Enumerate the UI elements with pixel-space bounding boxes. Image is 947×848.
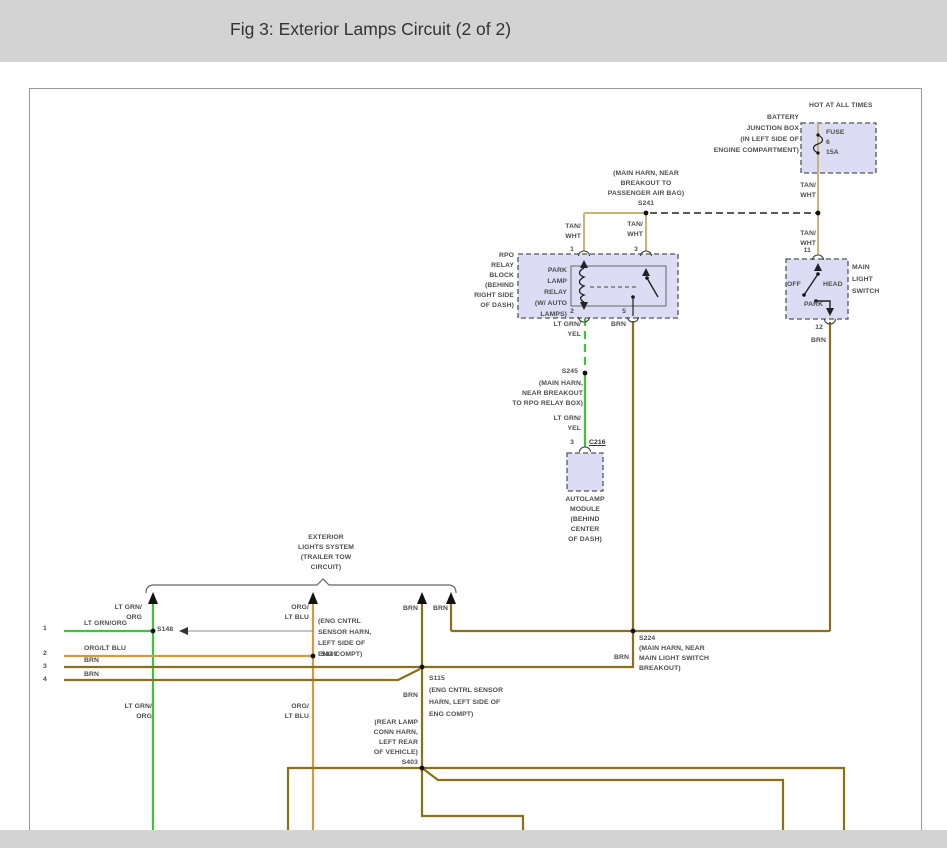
circuit2-wire-label: ORG/LT BLU: [84, 644, 126, 654]
wire-label-brn-s224: BRN: [603, 653, 629, 663]
rpo-relay-block-label: RPO RELAY BLOCK (BEHIND RIGHT SIDE OF DA…: [454, 251, 514, 311]
wire-label-brn-vert1: BRN: [390, 604, 418, 614]
relay-pin2-label: 2: [564, 307, 574, 317]
splice-s148-label: S148: [157, 625, 173, 635]
splice-s224-label: S224 (MAIN HARN, NEAR MAIN LIGHT SWITCH …: [639, 634, 709, 674]
relay-pin1-label: 1: [564, 245, 574, 255]
autolamp-module-label: AUTOLAMP MODULE (BEHIND CENTER OF DASH): [555, 495, 615, 545]
splice-dot-s224: [631, 629, 636, 634]
wire-label-ltgrnyel-2: LT GRN/ YEL: [547, 414, 581, 434]
exterior-lights-system-label: EXTERIOR LIGHTS SYSTEM (TRAILER TOW CIRC…: [276, 533, 376, 573]
wire-label-brn-pin5: BRN: [596, 320, 626, 330]
wire-label-orgltblu-bottom: ORG/ LT BLU: [273, 702, 309, 722]
main-light-switch-label: MAIN LIGHT SWITCH: [852, 262, 879, 298]
wire-label-tanwht-4: TAN/ WHT: [613, 220, 643, 240]
bottom-gray-strip: [0, 830, 947, 848]
fuse-label: FUSE 6 15A: [826, 128, 845, 158]
relay-pin3-label: 3: [628, 245, 638, 255]
wire-brn-s403-diagonal: [422, 768, 783, 830]
circuit2-number: 2: [43, 649, 47, 659]
relay-pin5-label: 5: [616, 307, 626, 317]
arrow-up-ltgrnorg-icon: [148, 592, 158, 604]
wire-brn-circuit4: [64, 669, 420, 680]
splice-s241-label: (MAIN HARN, NEAR BREAKOUT TO PASSENGER A…: [596, 169, 696, 209]
wire-brn-s403-down: [422, 768, 523, 830]
splice-dot-s148: [151, 629, 156, 634]
splice-s403-location: (REAR LAMP CONN HARN, LEFT REAR OF VEHIC…: [336, 718, 418, 768]
wire-label-ltgrnorg-bottom: LT GRN/ ORG: [116, 702, 152, 722]
wire-label-orgltblu-vert: ORG/ LT BLU: [273, 603, 309, 623]
switch-park-label: PARK: [804, 300, 823, 310]
splice-s245-label: S245: [546, 367, 578, 377]
splice-dot-s149: [311, 654, 316, 659]
connector-c216-link[interactable]: C216: [589, 438, 606, 448]
arrow-up-brn1-icon: [417, 592, 427, 604]
circuit1-number: 1: [43, 624, 47, 634]
wire-brn-s403-horizontal: [288, 768, 844, 830]
autolamp-pin-label: 3: [564, 438, 574, 448]
circuit4-number: 4: [43, 675, 47, 685]
figure-title: Fig 3: Exterior Lamps Circuit (2 of 2): [230, 0, 511, 58]
hot-at-all-times-label: HOT AT ALL TIMES: [809, 101, 873, 111]
arrow-up-brn2-icon: [446, 592, 456, 604]
switch-off-dot: [802, 293, 806, 297]
diagram-canvas: HOT AT ALL TIMES BATTERY JUNCTION BOX (I…: [29, 88, 922, 832]
arrow-up-orgltblu-icon: [308, 592, 318, 604]
park-lamp-relay-label: PARK LAMP RELAY (W/ AUTO LAMPS): [519, 265, 567, 320]
wire-label-brn-vert2: BRN: [424, 604, 448, 614]
fuse-terminal-dot: [816, 151, 819, 154]
switch-pin11-label: 11: [793, 246, 811, 256]
wire-label-brn-pin12: BRN: [800, 336, 826, 346]
splice-dot-s241: [644, 211, 649, 216]
figure-title-bar: Fig 3: Exterior Lamps Circuit (2 of 2): [0, 0, 947, 62]
circuit3-wire-label: BRN: [84, 656, 99, 666]
contact-pivot-dot: [645, 276, 649, 280]
splice-s115-label: S115 (ENG CNTRL SENSOR HARN, LEFT SIDE O…: [429, 673, 503, 721]
autolamp-module-box: [567, 453, 603, 491]
circuit1-wire-label: LT GRN/ORG: [84, 619, 127, 629]
fuse-terminal-dot: [816, 133, 819, 136]
wire-label-brn-s115: BRN: [392, 691, 418, 701]
circuit3-number: 3: [43, 662, 47, 672]
switch-head-label: HEAD: [823, 280, 843, 290]
battery-junction-box-label: BATTERY JUNCTION BOX (IN LEFT SIDE OF EN…: [689, 112, 799, 156]
splice-dot-s403: [420, 766, 425, 771]
wire-label-tanwht-3: TAN/ WHT: [551, 222, 581, 242]
switch-off-label: OFF: [787, 280, 801, 290]
exterior-system-bracket: [146, 579, 456, 593]
junction-dot-fuse-feed: [816, 211, 821, 216]
splice-s149-label: S149: [321, 650, 337, 660]
splice-dot-s245: [583, 371, 588, 376]
circuit4-wire-label: BRN: [84, 670, 99, 680]
splice-s245-location: (MAIN HARN, NEAR BREAKOUT TO RPO RELAY B…: [499, 379, 583, 409]
wire-label-ltgrnyel-1: LT GRN/ YEL: [549, 320, 581, 340]
splice-dot-s115: [420, 665, 425, 670]
wire-label-tanwht-1: TAN/ WHT: [786, 181, 816, 201]
s148-callout-arrow-icon: [179, 627, 188, 635]
switch-pin12-label: 12: [805, 323, 823, 333]
